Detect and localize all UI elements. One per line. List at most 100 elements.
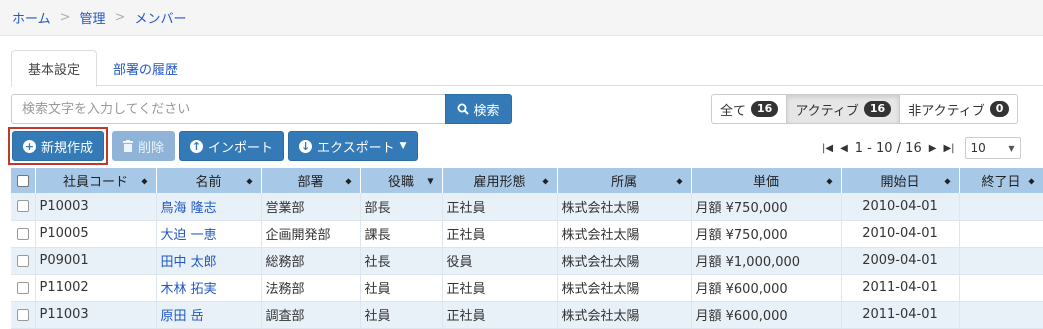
breadcrumb-separator: > [114, 10, 126, 25]
tab-department-history[interactable]: 部署の履歴 [97, 50, 194, 86]
table-row[interactable]: P09001 田中 太郎 総務部 社長 役員 株式会社太陽 月額 ¥1,000,000 200… [11, 247, 1043, 275]
table-row[interactable]: P11002 木林 拓実 法務部 社員 正社員 株式会社太陽 月額 ¥600,000 2011… [11, 274, 1043, 302]
delete-button[interactable]: 削除 [112, 131, 176, 161]
cell-employment: 役員 [442, 247, 558, 275]
delete-button-label: 削除 [138, 140, 165, 156]
sort-icon: ◆ [676, 176, 683, 185]
cell-name[interactable]: 田中 太郎 [156, 247, 262, 275]
action-toolbar: + 新規作成 削除 ↑ インポート ↓ エクスポート ▼ [8, 127, 418, 165]
create-button[interactable]: + 新規作成 [12, 131, 105, 161]
export-button[interactable]: ↓ エクスポート ▼ [288, 131, 418, 161]
breadcrumb-separator: > [59, 10, 71, 25]
breadcrumb-admin[interactable]: 管理 [80, 8, 106, 27]
sort-icon: ◆ [542, 176, 549, 185]
cell-code: P09001 [35, 247, 157, 275]
trash-icon [123, 140, 134, 152]
search-input[interactable] [11, 94, 445, 124]
member-name-link[interactable]: 大迫 一恵 [161, 228, 217, 243]
pagination-range: 1 - 10 / 16 [854, 140, 922, 156]
column-header[interactable]: 単価 ◆ [691, 168, 842, 193]
column-header[interactable]: 開始日 ◆ [841, 168, 960, 193]
export-icon: ↓ [299, 139, 313, 153]
filter-active[interactable]: アクティブ 16 [787, 94, 901, 124]
page-size-value: 10 [970, 141, 986, 155]
row-checkbox[interactable] [11, 301, 36, 329]
cell-code: P10005 [35, 220, 157, 248]
cell-dept: 調査部 [261, 301, 361, 329]
column-header[interactable]: 所属 ◆ [557, 168, 692, 193]
next-page-icon[interactable]: ▶ [929, 143, 937, 154]
cell-name[interactable]: 鳥海 隆志 [156, 193, 262, 221]
column-header[interactable]: 役職 ▼ [360, 168, 443, 193]
table-row[interactable]: P10005 大迫 一恵 企画開発部 課長 正社員 株式会社太陽 月額 ¥750,000 20… [11, 220, 1043, 248]
cell-end [959, 220, 1043, 248]
cell-rate: 月額 ¥600,000 [691, 274, 842, 302]
select-all-checkbox[interactable] [11, 168, 36, 193]
cell-name[interactable]: 原田 岳 [156, 301, 262, 329]
members-table: 社員コード ◆ 名前 ◆ 部署 ◆ 役職 ▼ 雇用形態 ◆ 所属 ◆ 単価 ◆ 開始日 ◆ 終了… [11, 168, 1043, 329]
page-size-select[interactable]: 10 ▼ [964, 137, 1021, 159]
column-header[interactable]: 部署 ◆ [261, 168, 361, 193]
cell-end [959, 301, 1043, 329]
breadcrumb-current: メンバー [134, 12, 187, 27]
import-button-label: インポート [208, 140, 274, 156]
cell-name[interactable]: 大迫 一恵 [156, 220, 262, 248]
sort-icon: ◆ [246, 176, 253, 185]
cell-end [959, 193, 1043, 221]
table-row[interactable]: P11003 原田 岳 調査部 社員 正社員 株式会社太陽 月額 ¥600,000 2011-… [11, 301, 1043, 329]
cell-affiliation: 株式会社太陽 [557, 220, 692, 248]
tab-basic-settings[interactable]: 基本設定 [11, 50, 98, 87]
cell-code: P11003 [35, 301, 157, 329]
sort-icon: ◆ [944, 176, 951, 185]
cell-affiliation: 株式会社太陽 [557, 193, 692, 221]
filter-inactive-label: 非アクティブ [908, 103, 985, 119]
filter-all[interactable]: 全て 16 [711, 94, 788, 124]
prev-page-icon[interactable]: ◀ [840, 143, 848, 154]
cell-dept: 法務部 [261, 274, 361, 302]
column-header[interactable]: 名前 ◆ [156, 168, 262, 193]
cell-rate: 月額 ¥750,000 [691, 220, 842, 248]
row-checkbox[interactable] [11, 247, 36, 275]
cell-affiliation: 株式会社太陽 [557, 274, 692, 302]
import-button[interactable]: ↑ インポート [179, 131, 285, 161]
row-checkbox[interactable] [11, 193, 36, 221]
cell-end [959, 247, 1043, 275]
table-header-row: 社員コード ◆ 名前 ◆ 部署 ◆ 役職 ▼ 雇用形態 ◆ 所属 ◆ 単価 ◆ 開始日 ◆ 終了… [11, 168, 1043, 193]
filter-inactive-count: 0 [989, 101, 1010, 117]
export-button-label: エクスポート [317, 140, 395, 156]
filter-inactive[interactable]: 非アクティブ 0 [900, 94, 1019, 124]
column-header[interactable]: 終了日 ◆ [959, 168, 1043, 193]
cell-title: 部長 [360, 193, 443, 221]
pagination: |◀ ◀ 1 - 10 / 16 ▶ ▶| 10 ▼ [822, 136, 1021, 160]
column-header[interactable]: 社員コード ◆ [35, 168, 157, 193]
member-name-link[interactable]: 田中 太郎 [161, 255, 217, 270]
cell-name[interactable]: 木林 拓実 [156, 274, 262, 302]
search-button[interactable]: 検索 [445, 94, 512, 124]
first-page-icon[interactable]: |◀ [822, 143, 833, 154]
column-header[interactable]: 雇用形態 ◆ [442, 168, 558, 193]
cell-employment: 正社員 [442, 301, 558, 329]
search-icon [457, 103, 470, 115]
tab-bar: 基本設定 部署の履歴 [11, 50, 1043, 87]
sort-icon: ◆ [345, 176, 352, 185]
plus-circle-icon: + [23, 139, 36, 153]
cell-start: 2011-04-01 [841, 274, 960, 302]
cell-title: 課長 [360, 220, 443, 248]
row-checkbox[interactable] [11, 274, 36, 302]
row-checkbox[interactable] [11, 220, 36, 248]
table-row[interactable]: P10003 鳥海 隆志 営業部 部長 正社員 株式会社太陽 月額 ¥750,000 2010… [11, 193, 1043, 221]
cell-rate: 月額 ¥1,000,000 [691, 247, 842, 275]
filter-all-label: 全て [720, 103, 747, 119]
member-name-link[interactable]: 原田 岳 [161, 309, 204, 324]
last-page-icon[interactable]: ▶| [943, 143, 954, 154]
search-button-label: 検索 [473, 103, 500, 119]
cell-dept: 企画開発部 [261, 220, 361, 248]
member-name-link[interactable]: 鳥海 隆志 [161, 201, 217, 216]
member-name-link[interactable]: 木林 拓実 [161, 282, 217, 297]
caret-down-icon: ▼ [399, 141, 407, 151]
cell-employment: 正社員 [442, 220, 558, 248]
cell-dept: 営業部 [261, 193, 361, 221]
filter-active-count: 16 [863, 101, 892, 117]
breadcrumb-home[interactable]: ホーム [12, 8, 51, 27]
cell-code: P11002 [35, 274, 157, 302]
